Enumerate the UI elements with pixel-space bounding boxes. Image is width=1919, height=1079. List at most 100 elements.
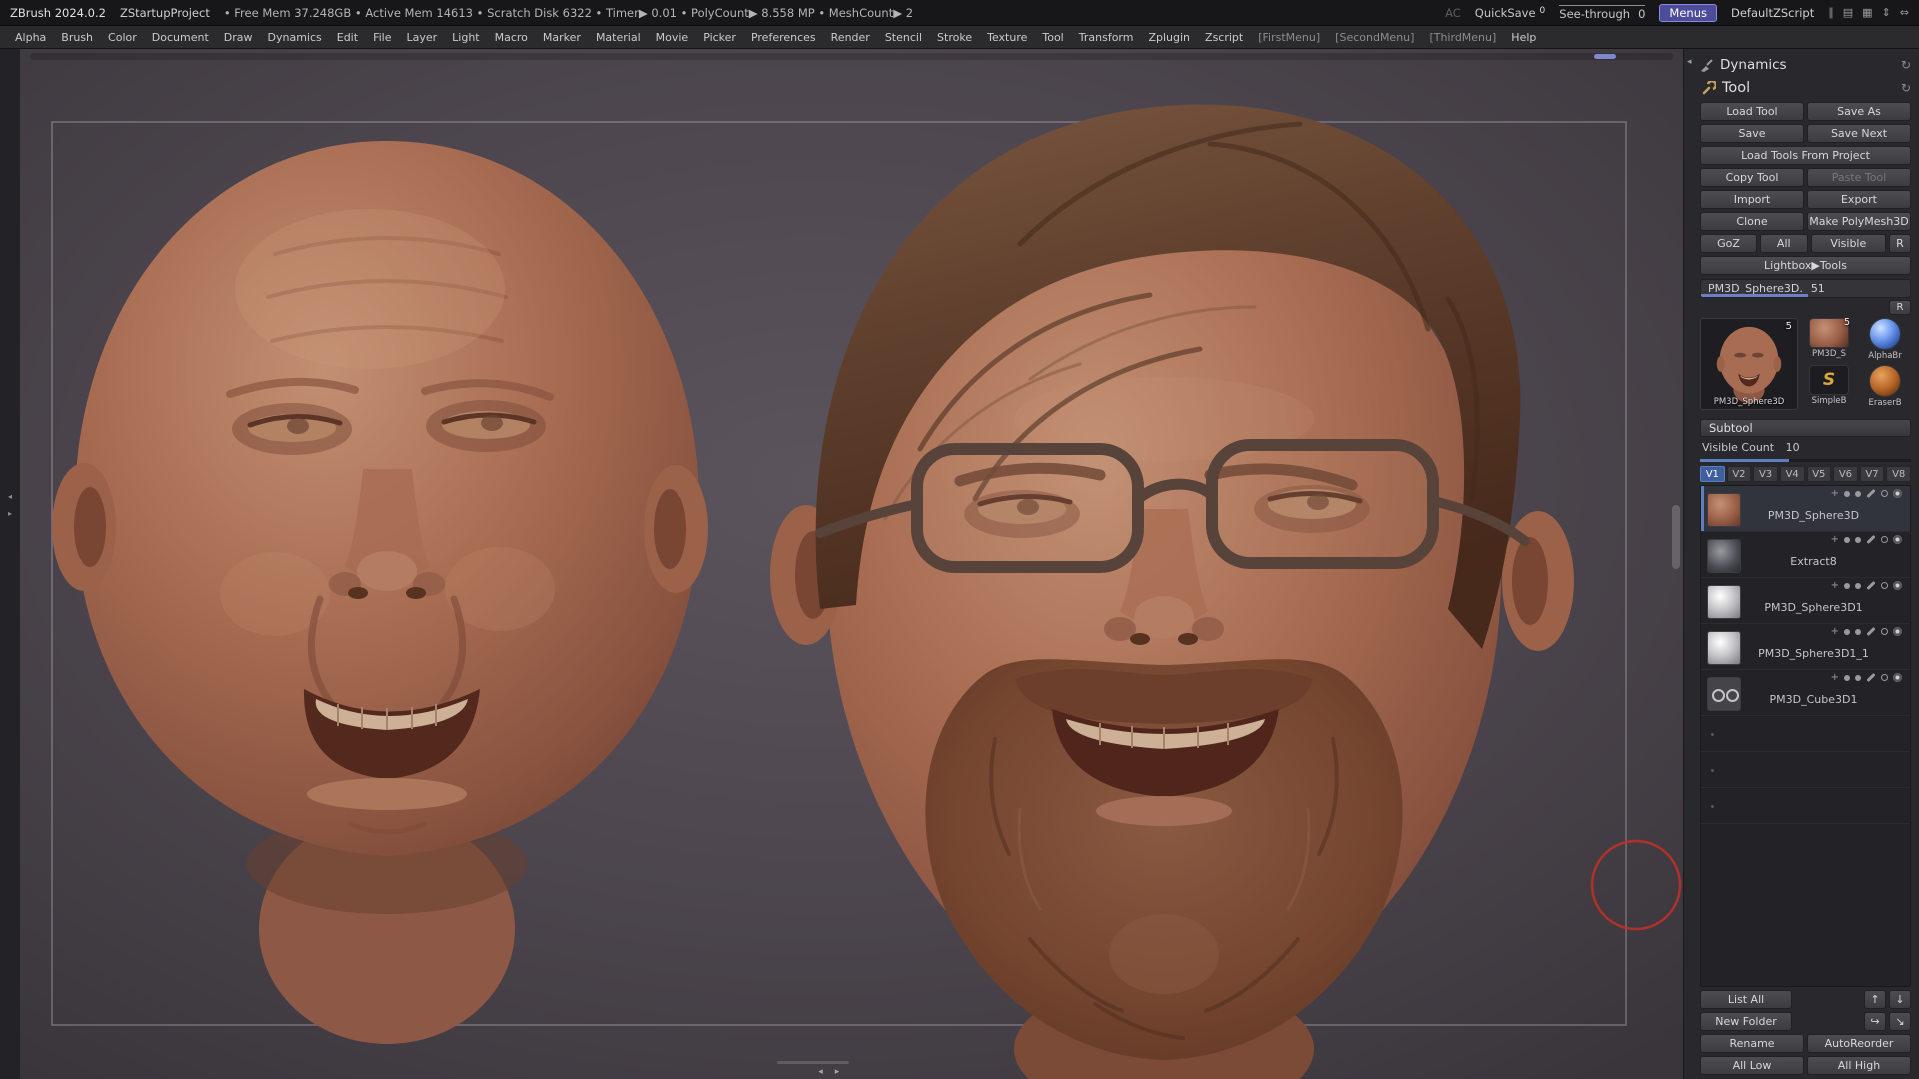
new-folder-button[interactable]: New Folder [1700,1012,1792,1031]
subtool-empty-slot[interactable] [1701,752,1910,788]
list-all-button[interactable]: List All [1700,990,1792,1009]
paint-icon[interactable] [1866,488,1876,499]
move-subtool-down-button[interactable]: ↓ [1889,990,1911,1009]
tool-name-slider[interactable]: PM3D_Sphere3D. 51 [1700,279,1911,298]
save-next-button[interactable]: Save Next [1807,124,1911,143]
add-subtool-icon[interactable]: + [1831,488,1839,498]
uv-icon[interactable] [1855,490,1861,497]
subtool-item-icons[interactable]: + [1831,534,1902,545]
tool-palette-header[interactable]: Tool ↻ [1700,76,1911,99]
menu-item-secondmenu[interactable]: [SecondMenu] [1328,28,1421,47]
polypaint-icon[interactable] [1844,582,1850,589]
save-as-button[interactable]: Save As [1807,102,1911,121]
paste-tool-button[interactable]: Paste Tool [1807,168,1911,187]
all-low-button[interactable]: All Low [1700,1056,1804,1075]
layout-grid-icon[interactable]: ▤ [1843,6,1853,19]
goz-button[interactable]: GoZ [1700,234,1757,253]
menu-item-brush[interactable]: Brush [54,28,100,47]
subtool-item[interactable]: + PM3D_Sphere3D1 [1701,578,1910,624]
current-eraser-brush[interactable]: EraserB [1859,365,1911,410]
subtool-thumbnail[interactable] [1707,676,1741,711]
ghost-icon[interactable] [1881,674,1888,681]
subtool-item[interactable]: + PM3D_Sphere3D1_1 [1701,624,1910,670]
layout-panels-icon[interactable]: ▦ [1862,6,1872,19]
dynamics-palette-header[interactable]: Dynamics ↻ [1700,53,1911,76]
polypaint-icon[interactable] [1844,536,1850,543]
ghost-icon[interactable] [1881,582,1888,589]
tab-v2[interactable]: V2 [1726,466,1752,482]
menu-item-light[interactable]: Light [445,28,486,47]
export-button[interactable]: Export [1807,190,1911,209]
quicksave-button[interactable]: QuickSave 0 [1475,6,1545,20]
menu-item-texture[interactable]: Texture [980,28,1034,47]
current-tool-thumbnail[interactable]: 5 PM3D_Sphere3D [1700,318,1798,410]
visibility-icon[interactable] [1893,627,1902,636]
add-subtool-icon[interactable]: + [1831,580,1839,590]
current-stroke[interactable]: S SimpleB [1803,365,1855,410]
default-zscript-button[interactable]: DefaultZScript [1731,6,1814,20]
subtool-item[interactable]: + Extract8 [1701,532,1910,578]
menu-item-dynamics[interactable]: Dynamics [261,28,329,47]
paint-icon[interactable] [1866,672,1876,683]
subtool-item[interactable]: + PM3D_Cube3D1 [1701,670,1910,716]
subtool-thumbnail[interactable] [1707,630,1741,665]
tab-v3[interactable]: V3 [1753,466,1778,482]
menu-item-alpha[interactable]: Alpha [8,28,53,47]
left-tray-expand-icon[interactable]: ▸ [8,509,12,518]
bottom-scrollbar-handle[interactable] [776,1061,849,1064]
menu-item-movie[interactable]: Movie [649,28,696,47]
polypaint-icon[interactable] [1844,628,1850,635]
left-tray-divider[interactable]: ◂ ▸ [0,49,20,1079]
polypaint-icon[interactable] [1844,490,1850,497]
menu-item-document[interactable]: Document [145,28,216,47]
goz-visible-button[interactable]: Visible [1810,234,1886,253]
tab-v5[interactable]: V5 [1806,466,1832,482]
rename-button[interactable]: Rename [1700,1034,1804,1053]
visibility-icon[interactable] [1893,673,1902,682]
visible-count-slider[interactable]: Visible Count 10 [1700,441,1911,462]
menu-item-firstmenu[interactable]: [FirstMenu] [1251,28,1327,47]
subtool-thumbnail[interactable] [1707,492,1741,527]
visibility-icon[interactable] [1893,535,1902,544]
subtool-item-icons[interactable]: + [1831,580,1902,591]
tab-v7[interactable]: V7 [1859,466,1885,482]
menu-item-tool[interactable]: Tool [1035,28,1070,47]
right-scrollbar-handle[interactable] [1672,504,1680,569]
subtool-empty-slot[interactable] [1701,788,1910,824]
duplicate-subtool-button[interactable]: ↪ [1864,1012,1886,1031]
menu-item-edit[interactable]: Edit [330,28,365,47]
goz-r-button[interactable]: R [1889,234,1911,253]
load-tool-button[interactable]: Load Tool [1700,102,1804,121]
tab-v4[interactable]: V4 [1779,466,1805,482]
lightbox-tools-button[interactable]: Lightbox▶Tools [1700,256,1911,275]
menu-item-zscript[interactable]: Zscript [1198,28,1250,47]
document-canvas[interactable]: ◂ ▸ [20,49,1683,1079]
subtool-thumbnail[interactable] [1707,584,1741,619]
menu-item-file[interactable]: File [366,28,398,47]
subtool-item[interactable]: + PM3D_Sphere3D [1701,486,1910,532]
paint-icon[interactable] [1866,626,1876,637]
resize-horizontal-icon[interactable]: ⇔ [1900,6,1909,19]
see-through-slider[interactable]: See-through 0 [1559,4,1646,21]
visibility-icon[interactable] [1893,489,1902,498]
menu-item-picker[interactable]: Picker [696,28,743,47]
restore-config-button[interactable]: R [1889,300,1911,315]
ghost-icon[interactable] [1881,490,1888,497]
quick-pick-tool[interactable]: 5 PM3D_S [1803,317,1855,363]
top-scrollbar[interactable] [30,53,1673,60]
refresh-icon[interactable]: ↻ [1901,81,1911,95]
subtool-section-header[interactable]: Subtool [1700,419,1911,437]
add-subtool-icon[interactable]: + [1831,626,1839,636]
menu-item-marker[interactable]: Marker [536,28,588,47]
tab-v8[interactable]: V8 [1886,466,1911,482]
all-high-button[interactable]: All High [1807,1056,1911,1075]
paint-icon[interactable] [1866,580,1876,591]
scroll-right-icon[interactable]: ▸ [835,1067,840,1077]
subtool-item-icons[interactable]: + [1831,626,1902,637]
polypaint-icon[interactable] [1844,674,1850,681]
menu-item-zplugin[interactable]: Zplugin [1141,28,1197,47]
menu-item-help[interactable]: Help [1504,28,1543,47]
menu-item-draw[interactable]: Draw [217,28,260,47]
import-button[interactable]: Import [1700,190,1804,209]
paint-icon[interactable] [1866,534,1876,545]
